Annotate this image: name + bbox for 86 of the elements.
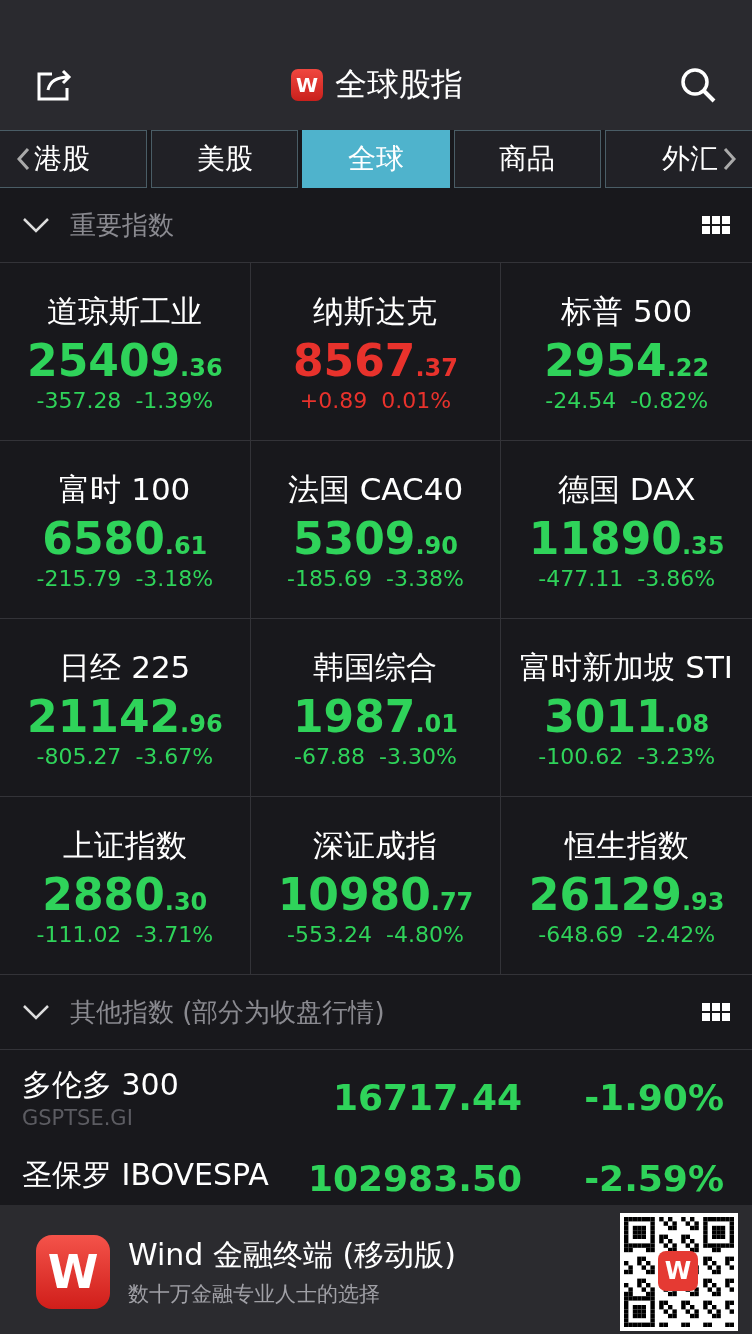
index-decimals: .61 xyxy=(164,531,208,560)
index-name: 深证成指 xyxy=(313,825,438,865)
grid-icon[interactable] xyxy=(702,216,730,234)
index-decimals: .96 xyxy=(180,709,223,738)
tab[interactable]: 港股 xyxy=(0,130,148,188)
index-percent: -3.30% xyxy=(379,743,457,769)
index-value: 3011 xyxy=(544,690,667,742)
index-percent: -0.82% xyxy=(630,387,709,413)
index-change: -357.28 xyxy=(36,387,122,413)
share-icon[interactable] xyxy=(36,68,74,102)
index-change: -100.62 xyxy=(538,743,624,769)
index-percent: 0.01% xyxy=(381,387,452,413)
index-decimals: .36 xyxy=(180,353,223,382)
index-value: 8567 xyxy=(293,334,416,386)
index-decimals: .37 xyxy=(415,353,458,382)
index-decimals: .30 xyxy=(164,887,208,916)
index-value: 5309 xyxy=(293,512,416,564)
index-value: 11890 xyxy=(528,512,682,564)
index-value: 1987 xyxy=(293,690,416,742)
index-change: -805.27 xyxy=(36,743,122,769)
index-value: 26129 xyxy=(528,868,682,920)
index-change: -553.24 xyxy=(287,921,373,947)
tab[interactable]: 外汇 xyxy=(604,130,752,188)
index-value: 2954 xyxy=(544,334,667,386)
chevron-left-icon xyxy=(14,146,32,172)
index-name: 多伦多 300 xyxy=(22,1066,180,1104)
index-percent: -2.42% xyxy=(637,921,716,947)
index-change: -111.02 xyxy=(36,921,122,947)
index-percent: -1.90% xyxy=(583,1077,724,1118)
index-percent: -4.80% xyxy=(386,921,464,947)
index-name: 富时新加坡 STI xyxy=(520,647,733,687)
index-change: -185.69 xyxy=(287,565,373,591)
index-decimals: .08 xyxy=(666,709,710,738)
index-name: 德国 DAX xyxy=(557,469,696,509)
app-logo: W xyxy=(291,69,323,101)
section-title: 其他指数 (部分为收盘行情) xyxy=(70,995,386,1029)
index-value: 102983.50 xyxy=(306,1157,522,1201)
index-percent: -3.38% xyxy=(386,565,464,591)
app-logo: W xyxy=(36,1234,110,1309)
index-percent: -3.23% xyxy=(637,743,716,769)
index-name: 韩国综合 xyxy=(313,647,438,687)
index-percent: -1.39% xyxy=(135,387,214,413)
collapse-chevron-icon[interactable] xyxy=(22,217,50,233)
index-change: -648.69 xyxy=(538,921,624,947)
page-title: 全球股指 xyxy=(335,64,463,105)
index-decimals: .77 xyxy=(430,887,474,916)
index-name: 富时 100 xyxy=(59,469,191,509)
index-code: GSPTSE.GI xyxy=(22,1106,134,1130)
index-value: 21142 xyxy=(27,690,181,742)
tab[interactable]: 商品 xyxy=(453,130,601,188)
index-name: 日经 225 xyxy=(59,647,191,687)
index-value: 25409 xyxy=(27,334,181,386)
search-icon[interactable] xyxy=(680,67,716,103)
index-decimals: .90 xyxy=(415,531,458,560)
index-percent: -3.18% xyxy=(135,565,214,591)
index-name: 法国 CAC40 xyxy=(287,469,464,509)
index-decimals: .35 xyxy=(681,531,725,560)
index-value: 16717.44 xyxy=(331,1077,522,1118)
index-name: 纳斯达克 xyxy=(313,291,438,331)
index-decimals: .22 xyxy=(666,353,710,382)
index-change: -477.11 xyxy=(538,565,624,591)
index-name: 圣保罗 IBOVESPA xyxy=(22,1156,270,1194)
banner-title: Wind 金融终端 (移动版) xyxy=(128,1236,457,1274)
tab[interactable]: 美股 xyxy=(151,130,299,188)
index-name: 标普 500 xyxy=(561,291,693,331)
index-decimals: .01 xyxy=(415,709,458,738)
index-value: 2880 xyxy=(42,868,165,920)
collapse-chevron-icon[interactable] xyxy=(22,1004,50,1020)
index-percent: -2.59% xyxy=(583,1157,724,1201)
section-title: 重要指数 xyxy=(70,208,175,242)
index-value: 6580 xyxy=(42,512,165,564)
grid-icon[interactable] xyxy=(702,1003,730,1021)
index-change: +0.89 xyxy=(299,387,368,413)
app-logo: W xyxy=(658,1250,698,1291)
index-change: -24.54 xyxy=(545,387,617,413)
index-percent: -3.71% xyxy=(135,921,214,947)
banner-subtitle: 数十万金融专业人士的选择 xyxy=(128,1281,381,1308)
index-name: 恒生指数 xyxy=(564,825,689,865)
index-name: 道琼斯工业 xyxy=(47,291,203,331)
index-decimals: .93 xyxy=(681,887,725,916)
index-change: -67.88 xyxy=(294,743,366,769)
index-value: 10980 xyxy=(277,868,431,920)
index-name: 上证指数 xyxy=(62,825,187,865)
index-change: -215.79 xyxy=(36,565,122,591)
index-percent: -3.86% xyxy=(637,565,716,591)
index-percent: -3.67% xyxy=(135,743,214,769)
